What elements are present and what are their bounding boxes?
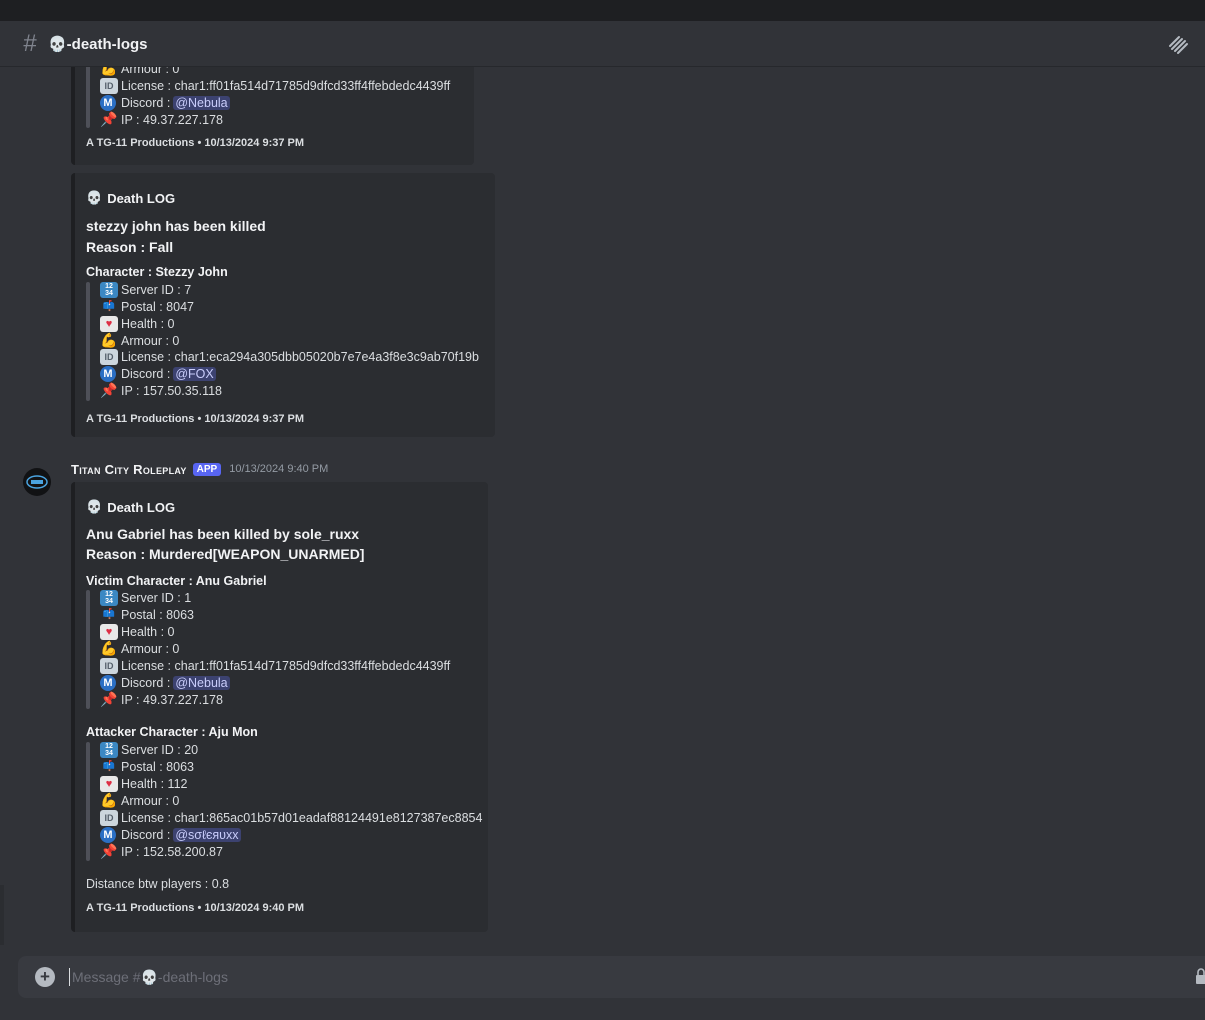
- discord-icon: M: [100, 674, 116, 691]
- embed-line: ID License : char1:ff01fa514d71785d9dfcd…: [100, 77, 450, 94]
- embed-line: 📌 IP : 152.58.200.87: [100, 843, 223, 859]
- message-timestamp[interactable]: 10/13/2024 9:40 PM: [229, 463, 328, 475]
- embed-line: ID License : char1:ff01fa514d71785d9dfcd…: [100, 657, 450, 674]
- embed-line: 💪 Armour : 0: [100, 332, 180, 348]
- threads-icon[interactable]: [1167, 33, 1189, 55]
- death-log-embed: 💀 Death LOG stezzy john has been killed …: [71, 173, 495, 437]
- field-quote-bar: [86, 282, 90, 401]
- embed-field-name: Attacker Character : Aju Mon: [86, 725, 258, 739]
- embed-line: 12 34 Server ID : 1: [100, 589, 191, 606]
- embed-author: 💀 Death LOG: [86, 499, 176, 515]
- message-header: Titan City Roleplay APP 10/13/2024 9:40 …: [71, 460, 328, 478]
- pin-icon: 📌: [100, 691, 118, 707]
- armour-icon: 💪: [100, 332, 118, 348]
- embed-line: 📌 IP : 157.50.35.118: [100, 382, 223, 398]
- embed-description-line: Reason : Murdered[WEAPON_UNARMED]: [86, 546, 365, 562]
- license-icon: ID: [100, 77, 118, 94]
- embed-footer: A TG-11 Productions • 10/13/2024 9:37 PM: [86, 137, 305, 149]
- user-mention[interactable]: @Nebula: [173, 95, 230, 110]
- pin-icon: 📌: [100, 382, 118, 398]
- message-feed[interactable]: 💪 Armour : 0 ID License : char1:ff01fa51…: [0, 67, 1205, 940]
- heart-icon: ♥: [100, 315, 118, 332]
- embed-line: ID License : char1:eca294a305dbb05020b7e…: [100, 348, 479, 365]
- field-quote-bar: [86, 67, 90, 128]
- embed-line: M Discord : @Nebula: [100, 94, 230, 111]
- license-icon: ID: [100, 809, 118, 826]
- message-composer: +: [18, 956, 1205, 998]
- user-mention[interactable]: @Nebula: [173, 675, 230, 690]
- numbers-icon: 12 34: [100, 281, 118, 298]
- channel-name: 💀-death-logs: [48, 35, 148, 53]
- username[interactable]: Titan City Roleplay: [71, 462, 187, 477]
- embed-line: 📫 Postal : 8063: [100, 606, 194, 623]
- embed-line: 12 34 Server ID : 20: [100, 741, 198, 758]
- user-mention[interactable]: @sσℓєяυxx: [173, 827, 241, 842]
- armour-icon: 💪: [100, 67, 118, 76]
- discord-icon: M: [100, 826, 116, 843]
- heart-icon: ♥: [100, 623, 118, 640]
- hash-icon: #: [23, 29, 37, 57]
- pin-icon: 📌: [100, 843, 118, 859]
- discord-icon: M: [100, 94, 116, 111]
- embed-line: M Discord : @Nebula: [100, 674, 230, 691]
- lock-icon[interactable]: [1196, 968, 1205, 984]
- channel-header: # 💀-death-logs: [0, 21, 1205, 67]
- plus-circle-icon[interactable]: +: [35, 967, 55, 987]
- embed-description-line: Anu Gabriel has been killed by sole_ruxx: [86, 526, 360, 542]
- embed-line: 12 34 Server ID : 7: [100, 281, 191, 298]
- death-log-embed: 💀 Death LOG Anu Gabriel has been killed …: [71, 482, 488, 932]
- embed-line: 💪 Armour : 0: [100, 67, 179, 77]
- embed-line: 💪 Armour : 0: [100, 640, 180, 656]
- embed-field-name: Character : Stezzy John: [86, 265, 228, 279]
- embed-line: ♥ Health : 0: [100, 315, 175, 332]
- numbers-icon: 12 34: [100, 741, 118, 758]
- embed-footer: A TG-11 Productions • 10/13/2024 9:37 PM: [86, 413, 305, 425]
- user-mention[interactable]: @FOX: [173, 366, 216, 381]
- message-input[interactable]: [69, 968, 1074, 986]
- embed-line: M Discord : @sσℓєяυxx: [100, 826, 241, 843]
- embed-line: ID License : char1:865ac01b57d01eadaf881…: [100, 809, 482, 826]
- skull-icon: 💀: [86, 499, 103, 514]
- death-log-embed-partial: 💪 Armour : 0 ID License : char1:ff01fa51…: [71, 67, 474, 165]
- distance-text: Distance btw players : 0.8: [86, 877, 230, 891]
- embed-description-line: Reason : Fall: [86, 239, 174, 255]
- embed-footer: A TG-11 Productions • 10/13/2024 9:40 PM: [86, 902, 305, 914]
- embed-line: 📌 IP : 49.37.227.178: [100, 691, 223, 707]
- embed-line: 💪 Armour : 0: [100, 792, 180, 808]
- license-icon: ID: [100, 657, 118, 674]
- embed-line: 📫 Postal : 8047: [100, 298, 194, 315]
- field-quote-bar: [86, 742, 90, 861]
- embed-line: ♥ Health : 112: [100, 775, 187, 792]
- mailbox-icon: 📫: [102, 301, 116, 312]
- discord-icon: M: [100, 365, 116, 382]
- mailbox-icon: 📫: [102, 761, 116, 772]
- skull-icon: 💀: [86, 190, 103, 205]
- embed-line: M Discord : @FOX: [100, 365, 216, 382]
- embed-field-name: Victim Character : Anu Gabriel: [86, 574, 267, 588]
- license-icon: ID: [100, 348, 118, 365]
- embed-line: ♥ Health : 0: [100, 623, 175, 640]
- mailbox-icon: 📫: [102, 609, 116, 620]
- heart-icon: ♥: [100, 775, 118, 792]
- window-top-bar: [0, 0, 1205, 21]
- pin-icon: 📌: [100, 111, 118, 127]
- armour-icon: 💪: [100, 640, 118, 656]
- server-avatar-icon[interactable]: [23, 468, 51, 496]
- embed-description-line: stezzy john has been killed: [86, 218, 266, 234]
- app-badge: APP: [192, 462, 222, 476]
- sidebar-edge: [0, 885, 4, 945]
- embed-line: 📌 IP : 49.37.227.178: [100, 111, 223, 127]
- numbers-icon: 12 34: [100, 589, 118, 606]
- embed-line: 📫 Postal : 8063: [100, 758, 194, 775]
- embed-author: 💀 Death LOG: [86, 190, 176, 206]
- field-quote-bar: [86, 590, 90, 709]
- armour-icon: 💪: [100, 792, 118, 808]
